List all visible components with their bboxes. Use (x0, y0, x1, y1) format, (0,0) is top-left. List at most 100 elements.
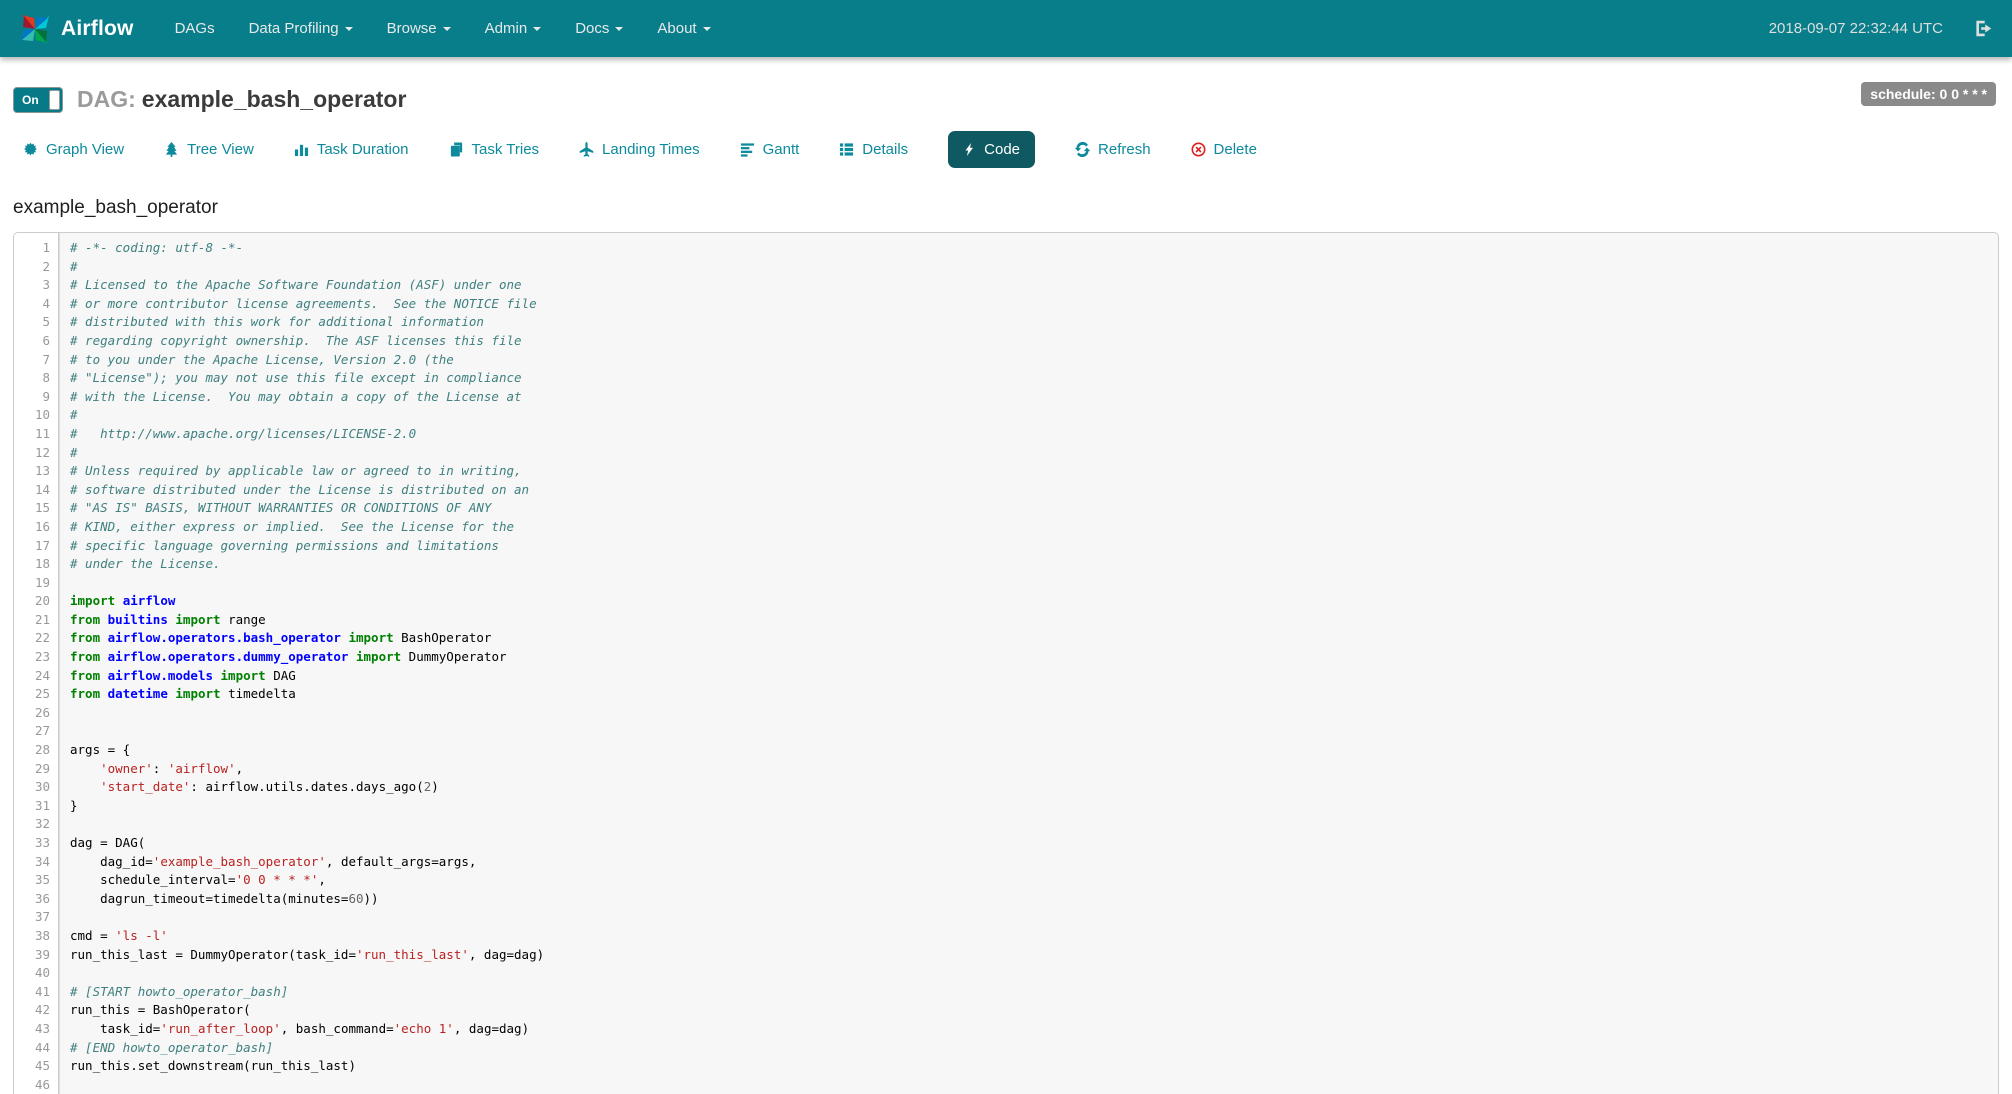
line-number: 30 (14, 778, 58, 797)
tab-task-duration[interactable]: Task Duration (294, 141, 409, 158)
code-line: ​ (70, 964, 1998, 983)
tab-tree-view[interactable]: Tree View (164, 141, 254, 158)
list-icon (839, 142, 854, 157)
line-number: 25 (14, 685, 58, 704)
line-number: 1 (14, 239, 58, 258)
source-code: # -*- coding: utf-8 -*-## Licensed to th… (59, 233, 1998, 1094)
line-number: 37 (14, 908, 58, 927)
tab-code[interactable]: Code (948, 131, 1035, 168)
nav-item-data-profiling[interactable]: Data Profiling (232, 0, 370, 57)
code-line: # distributed with this work for additio… (70, 313, 1998, 332)
code-line: ​ (70, 908, 1998, 927)
nav-item-docs[interactable]: Docs (558, 0, 640, 57)
line-number: 42 (14, 1001, 58, 1020)
nav-item-browse[interactable]: Browse (370, 0, 468, 57)
code-line: # software distributed under the License… (70, 481, 1998, 500)
airflow-brand[interactable]: Airflow (18, 12, 134, 46)
line-number: 36 (14, 890, 58, 909)
bar-chart-icon (294, 142, 309, 157)
logout-icon[interactable] (1973, 19, 1994, 38)
graph-view-icon (23, 142, 38, 157)
line-number: 10 (14, 406, 58, 425)
page-title: DAG:example_bash_operator (77, 86, 406, 113)
code-line: # -*- coding: utf-8 -*- (70, 239, 1998, 258)
code-line: run_this = BashOperator( (70, 1001, 1998, 1020)
code-line: # "AS IS" BASIS, WITHOUT WARRANTIES OR C… (70, 499, 1998, 518)
line-number: 14 (14, 481, 58, 500)
code-line: # under the License. (70, 555, 1998, 574)
code-line: # (70, 258, 1998, 277)
nav-item-dags[interactable]: DAGs (158, 0, 232, 57)
line-number: 43 (14, 1020, 58, 1039)
line-number: 5 (14, 313, 58, 332)
tab-label: Graph View (46, 141, 124, 158)
code-line: ​ (70, 722, 1998, 741)
code-line: ​ (70, 574, 1998, 593)
line-number: 9 (14, 388, 58, 407)
tab-landing-times[interactable]: Landing Times (579, 141, 700, 158)
line-number: 13 (14, 462, 58, 481)
tab-gantt[interactable]: Gantt (740, 141, 800, 158)
line-number: 8 (14, 369, 58, 388)
line-number: 7 (14, 351, 58, 370)
tab-label: Landing Times (602, 141, 700, 158)
chevron-down-icon (533, 27, 541, 31)
code-line: # Licensed to the Apache Software Founda… (70, 276, 1998, 295)
dag-title-prefix: DAG: (77, 86, 136, 112)
code-line: # regarding copyright ownership. The ASF… (70, 332, 1998, 351)
code-line: ​ (70, 704, 1998, 723)
code-line: import airflow (70, 592, 1998, 611)
tab-task-tries[interactable]: Task Tries (449, 141, 540, 158)
chevron-down-icon (345, 27, 353, 31)
code-block: 1234567891011121314151617181920212223242… (13, 232, 1999, 1094)
nav-item-label: Data Profiling (249, 20, 339, 37)
tab-graph-view[interactable]: Graph View (23, 141, 124, 158)
code-line: # (70, 444, 1998, 463)
code-line: # "License"); you may not use this file … (70, 369, 1998, 388)
code-line: from airflow.models import DAG (70, 667, 1998, 686)
tab-delete[interactable]: Delete (1191, 141, 1257, 158)
copy-icon (449, 142, 464, 157)
line-number: 11 (14, 425, 58, 444)
code-line: dagrun_timeout=timedelta(minutes=60)) (70, 890, 1998, 909)
line-number: 34 (14, 853, 58, 872)
line-number: 29 (14, 760, 58, 779)
navbar: Airflow DAGs Data Profiling Browse Admin Doc… (0, 0, 2012, 57)
tab-label: Refresh (1098, 141, 1151, 158)
nav-item-admin[interactable]: Admin (468, 0, 559, 57)
align-left-icon (740, 142, 755, 157)
nav-item-about[interactable]: About (640, 0, 727, 57)
tab-details[interactable]: Details (839, 141, 908, 158)
utc-clock: 2018-09-07 22:32:44 UTC (1769, 20, 1943, 37)
code-line: from datetime import timedelta (70, 685, 1998, 704)
line-number: 19 (14, 574, 58, 593)
line-number: 26 (14, 704, 58, 723)
dag-pause-toggle[interactable]: On (13, 87, 63, 113)
refresh-icon (1075, 142, 1090, 157)
delete-icon (1191, 142, 1206, 157)
nav-item-label: DAGs (175, 20, 215, 37)
line-number: 20 (14, 592, 58, 611)
nav-item-label: Admin (485, 20, 528, 37)
plane-icon (579, 142, 594, 157)
code-line: from airflow.operators.dummy_operator im… (70, 648, 1998, 667)
navbar-menu: DAGs Data Profiling Browse Admin DocsAbout (158, 0, 728, 57)
line-number: 40 (14, 964, 58, 983)
tab-label: Code (984, 141, 1020, 158)
toggle-on-label: On (22, 93, 39, 107)
brand-name: Airflow (61, 17, 134, 41)
code-file-heading: example_bash_operator (13, 197, 1999, 219)
line-number: 33 (14, 834, 58, 853)
line-number: 22 (14, 629, 58, 648)
tab-refresh[interactable]: Refresh (1075, 141, 1151, 158)
code-line: } (70, 797, 1998, 816)
line-number: 38 (14, 927, 58, 946)
line-number: 41 (14, 983, 58, 1002)
tab-label: Details (862, 141, 908, 158)
line-number: 44 (14, 1039, 58, 1058)
line-number: 3 (14, 276, 58, 295)
chevron-down-icon (615, 27, 623, 31)
code-line: run_this_last = DummyOperator(task_id='r… (70, 946, 1998, 965)
tab-label: Delete (1214, 141, 1257, 158)
code-line: 'owner': 'airflow', (70, 760, 1998, 779)
